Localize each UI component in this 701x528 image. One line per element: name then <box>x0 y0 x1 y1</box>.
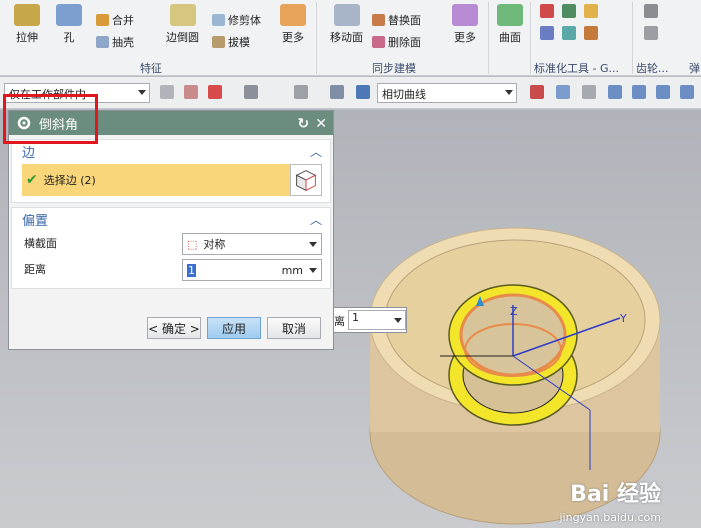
group-separator <box>488 2 489 74</box>
cube-icon[interactable] <box>356 85 370 99</box>
group-spring: 弹 <box>689 62 700 75</box>
close-icon[interactable]: ✕ <box>315 116 327 132</box>
delete-face-icon <box>372 36 385 48</box>
symmetric-icon: ⬚ <box>187 237 198 251</box>
line-icon[interactable] <box>608 85 622 99</box>
curve-rule-dropdown[interactable]: 相切曲线 <box>377 83 517 103</box>
extrude-icon <box>14 4 40 26</box>
line-icon[interactable] <box>656 85 670 99</box>
standard-tool-icon[interactable] <box>540 4 554 18</box>
unite-button[interactable]: 合并 <box>96 12 134 28</box>
more-icon <box>452 4 478 26</box>
edge-blend-icon <box>169 4 196 26</box>
more-sync-button[interactable]: 更多 <box>452 4 478 45</box>
gear-tool-icon[interactable] <box>644 4 658 18</box>
draft-icon <box>212 36 225 48</box>
group-separator <box>316 2 317 74</box>
delete-face-button[interactable]: 删除面 <box>372 34 421 50</box>
rect-select-icon[interactable] <box>294 85 308 99</box>
move-face-icon <box>333 4 360 26</box>
chevron-down-icon <box>505 90 513 95</box>
trim-body-button[interactable]: 修剪体 <box>212 12 261 28</box>
select-edge-button[interactable] <box>290 164 322 196</box>
chevron-down-icon <box>394 318 402 323</box>
extrude-button[interactable]: 拉伸 <box>14 4 40 45</box>
distance-input[interactable]: 1 mm <box>182 259 322 281</box>
ribbon: 拉伸 孔 合并 抽壳 边倒圆 修剪体 拔模 更多 特征 移动面 替换面 删除面 … <box>0 0 701 76</box>
gear-tool-icon[interactable] <box>644 26 658 40</box>
filter-icon[interactable] <box>160 85 174 99</box>
replace-face-button[interactable]: 替换面 <box>372 12 421 28</box>
offset-section-header[interactable]: 偏置 ︿ <box>12 208 330 230</box>
hole-button[interactable]: 孔 <box>56 4 82 45</box>
select-edge-row[interactable]: ✔ 选择边 (2) <box>22 164 322 196</box>
watermark-url: jingyan.baidu.com <box>559 511 661 524</box>
replace-face-icon <box>372 14 385 26</box>
standard-tool-icon[interactable] <box>562 4 576 18</box>
edge-blend-button[interactable]: 边倒圆 <box>166 4 199 45</box>
snap-icon[interactable] <box>208 85 222 99</box>
group-standard: 标准化工具 - G... <box>534 62 619 75</box>
surface-button[interactable]: 曲面 <box>497 4 523 45</box>
group-feature: 特征 <box>140 62 162 75</box>
tool-icon[interactable] <box>530 85 544 99</box>
chevron-down-icon <box>309 242 317 247</box>
standard-tool-icon[interactable] <box>562 26 576 40</box>
cross-section-label: 横截面 <box>24 237 57 250</box>
select-icon[interactable] <box>184 85 198 99</box>
shell-icon <box>96 36 109 48</box>
axis-z-label: Z <box>510 305 518 318</box>
unite-icon <box>96 14 109 26</box>
hole-icon <box>56 4 82 26</box>
group-separator <box>632 2 633 74</box>
offset-section: 偏置 ︿ 横截面 ⬚ 对称 距离 1 mm <box>11 207 331 289</box>
group-gear: 齿轮... <box>636 62 669 75</box>
more-icon <box>280 4 306 26</box>
cross-section-dropdown[interactable]: ⬚ 对称 <box>182 233 322 255</box>
distance-onscreen-input[interactable]: 离 1 <box>331 307 407 333</box>
standard-tool-icon[interactable] <box>540 26 554 40</box>
more-features-button[interactable]: 更多 <box>280 4 306 45</box>
body-icon[interactable] <box>330 85 344 99</box>
cube-icon <box>295 170 317 192</box>
highlight-box <box>3 94 98 144</box>
curve-icon[interactable] <box>680 85 694 99</box>
checkmark-icon: ✔ <box>26 172 38 188</box>
chevron-down-icon <box>138 90 146 95</box>
chevron-up-icon[interactable]: ︿ <box>310 143 322 160</box>
shell-button[interactable]: 抽壳 <box>96 34 134 50</box>
ok-button[interactable]: < 确定 > <box>147 317 201 339</box>
chevron-down-icon <box>309 268 317 273</box>
points-icon[interactable] <box>582 85 596 99</box>
reset-icon[interactable]: ↻ <box>298 116 310 132</box>
draft-button[interactable]: 拔模 <box>212 34 250 50</box>
standard-tool-icon[interactable] <box>584 26 598 40</box>
distance-unit: mm <box>281 263 303 277</box>
move-face-button[interactable]: 移动面 <box>330 4 363 45</box>
distance-label: 距离 <box>24 263 46 276</box>
line-icon[interactable] <box>632 85 646 99</box>
watermark: Bai 经验 <box>570 482 661 507</box>
chamfer-dialog: 倒斜角 ↻ ✕ 边 ︿ ✔ 选择边 (2) 偏置 ︿ 横截面 ⬚ 对称 距离 1… <box>8 110 334 350</box>
apply-button[interactable]: 应用 <box>207 317 261 339</box>
surface-icon <box>497 4 523 26</box>
edge-section: 边 ︿ ✔ 选择边 (2) <box>11 139 331 203</box>
chevron-up-icon[interactable]: ︿ <box>310 211 322 228</box>
group-separator <box>530 2 531 74</box>
selection-toolbar: 仅在工作部件内 相切曲线 <box>0 77 701 109</box>
trim-body-icon <box>212 14 225 26</box>
standard-tool-icon[interactable] <box>584 4 598 18</box>
pick-icon[interactable] <box>244 85 258 99</box>
axis-y-label: Y <box>619 312 627 325</box>
group-sync: 同步建模 <box>372 62 416 75</box>
arrow-icon[interactable] <box>556 85 570 99</box>
cancel-button[interactable]: 取消 <box>267 317 321 339</box>
